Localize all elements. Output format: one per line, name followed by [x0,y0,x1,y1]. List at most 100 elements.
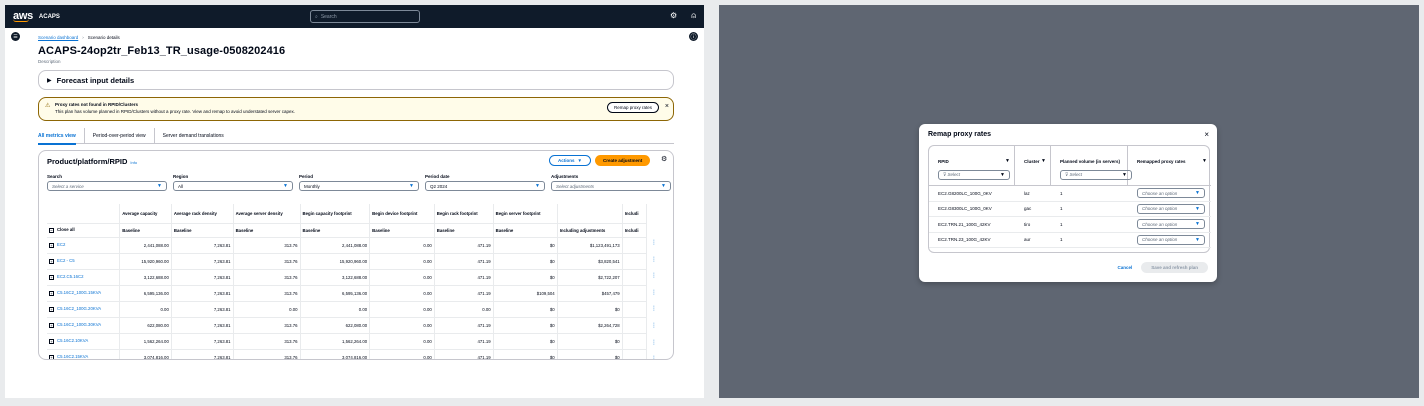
rpid-link[interactable]: EC2 [57,242,65,247]
rpid-link[interactable]: C5.16C2_100G.20KVA [57,306,101,311]
proxy-rate-cell: Choose an option ▼ [1128,219,1211,230]
remap-proxy-rates-button[interactable]: Remap proxy rates [606,102,659,113]
filter-select[interactable]: Q2 2024 ▼ [425,181,545,191]
close-icon[interactable]: × [1204,130,1209,139]
table-cell [622,237,648,254]
table-cell: $0 [493,237,558,254]
tab-server-demand[interactable]: Server demand translations [155,128,232,144]
settings-icon[interactable]: ⚙ [670,11,677,21]
table-cell: 7,263.81 [171,317,234,334]
rpid-link[interactable]: C5.16C2.10KVA [57,338,88,343]
table-cell: 0.00 [300,301,371,318]
expand-icon[interactable]: + [49,290,54,296]
row-actions-icon[interactable]: ⋮ [651,272,657,279]
row-actions-icon[interactable]: ⋮ [651,322,657,329]
app-name[interactable]: ACAPS [39,14,60,20]
user-icon[interactable]: ⍝ [691,11,696,21]
column-header[interactable]: Includi [622,204,648,224]
column-header[interactable]: Begin rack footprint [434,204,494,224]
proxy-rate-select[interactable]: Choose an option ▼ [1137,234,1205,245]
help-panel-icon[interactable]: ⓘ [689,32,698,41]
rpid-link[interactable]: C5.16C2_100G.30KVA [57,322,101,327]
expand-icon[interactable]: + [49,274,54,280]
proxy-rate-select[interactable]: Choose an option ▼ [1137,188,1205,199]
table-cell: 313.76 [233,317,301,334]
alert-message: This plan has volume planned in RPID/Clu… [55,109,296,114]
column-header[interactable] [47,204,121,224]
forecast-input-expander[interactable]: ▶ Forecast input details [38,70,674,90]
breadcrumb-scenario-dashboard[interactable]: Scenario dashboard [38,35,78,40]
table-cell: 313.76 [233,237,301,254]
tab-period-over-period[interactable]: Period-over-period view [85,127,155,144]
header-rpid[interactable]: RPID ▼ ⊽ Select ▼ [929,146,1015,186]
table-row: + EC2.C5.16C2 3,122,688.00 7,263.81 313.76 3,… [47,269,648,286]
caret-down-icon: ▼ [1195,221,1200,228]
table-cell: $109,504 [493,285,558,302]
proxy-rate-select[interactable]: Choose an option ▼ [1137,219,1205,230]
row-actions-icon[interactable]: ⋮ [651,256,657,263]
create-adjustment-button[interactable]: Create adjustment [595,155,651,166]
expand-icon[interactable]: + [49,306,54,312]
rpid-link[interactable]: EC2.C5.16C2 [57,274,84,279]
row-actions-icon[interactable]: ⋮ [651,239,657,246]
menu-icon[interactable]: ☰ [11,32,20,41]
select-placeholder: Choose an option [1142,221,1178,227]
rpid-filter-select[interactable]: ⊽ Select ▼ [938,170,1010,180]
filter-select[interactable]: Select adjustments ▼ [551,181,671,191]
rpid-link[interactable]: C5.16C2.15KVA [57,354,88,359]
table-cell: 6,595,136.00 [119,285,172,302]
metrics-table: Average capacity Average rack density Aver… [47,204,648,359]
column-header[interactable]: Average server density [233,204,301,224]
expand-icon[interactable]: + [49,338,54,344]
row-actions-icon[interactable]: ⋮ [651,289,657,296]
filter-select[interactable]: All ▼ [173,181,293,191]
table-cell [622,317,648,334]
rpid-link[interactable]: C5.16C2_100G.15KVA [57,290,101,295]
header-planned-volume[interactable]: Planned volume (in servers) ⊽ Select ▼ [1051,146,1132,186]
column-header[interactable]: Begin device footprint [369,204,435,224]
column-header[interactable]: Average capacity [119,204,172,224]
table-row: + C5.16C2_100G.30KVA 622,080.00 7,263.81 313… [47,317,648,334]
volume-filter-select[interactable]: ⊽ Select ▼ [1060,170,1132,180]
rpid-link[interactable]: EC2 - C5 [57,258,75,263]
cancel-button[interactable]: Cancel [1117,265,1132,270]
proxy-rate-select[interactable]: Choose an option ▼ [1137,203,1205,214]
header-remapped-rates[interactable]: Remapped proxy rates ▼ [1128,146,1211,186]
row-actions-icon[interactable]: ⋮ [651,305,657,312]
select-placeholder: Choose an option [1142,237,1178,243]
actions-button[interactable]: Actions ▼ [549,155,591,166]
expand-icon[interactable]: + [49,354,54,359]
filter-select[interactable]: Select a service ▼ [47,181,167,191]
table-cell: 471.19 [434,333,494,350]
table-cell: 0.00 [369,349,435,359]
info-link[interactable]: Info [130,160,137,165]
close-icon[interactable]: × [665,103,669,110]
table-cell: 471.19 [434,349,494,359]
column-header[interactable]: Begin capacity footprint [300,204,371,224]
gear-icon[interactable]: ⚙ [661,155,667,163]
select-placeholder: Choose an option [1142,190,1178,196]
column-header[interactable]: Average rack density [171,204,234,224]
aws-logo[interactable]: aws [13,10,33,22]
table-cell [622,349,648,359]
column-header[interactable] [557,204,623,224]
filter-select[interactable]: Monthly ▼ [299,181,419,191]
close-all-toggle[interactable]: − Close all [47,223,121,238]
column-header[interactable]: Begin server footprint [493,204,558,224]
expand-icon[interactable]: + [49,242,54,248]
global-search-input[interactable]: ⌕ Search [310,10,420,23]
table-cell: 622,080.00 [119,317,172,334]
rpid-cell: + C5.16C2.15KVA [47,349,121,359]
cluster-cell: tiro [1024,221,1031,227]
filter-region: Region All ▼ [173,174,293,191]
tab-all-metrics[interactable]: All metrics view [38,127,85,145]
expand-icon[interactable]: + [49,322,54,328]
row-actions-icon[interactable]: ⋮ [651,339,657,346]
table-cell: $0 [493,349,558,359]
row-actions-icon[interactable]: ⋮ [651,355,657,359]
save-refresh-button[interactable]: Save and refresh plan [1141,262,1208,273]
expand-icon[interactable]: + [49,258,54,264]
header-cluster[interactable]: Cluster ▼ [1015,146,1051,186]
breadcrumb-current: Scenario details [87,35,120,40]
rpid-cell: + C5.16C2_100G.30KVA [47,317,121,334]
